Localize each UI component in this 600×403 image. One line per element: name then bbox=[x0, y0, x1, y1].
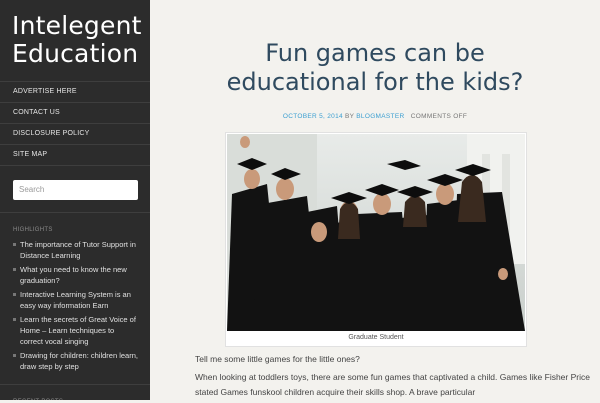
site-title[interactable]: Intelegent Education bbox=[0, 0, 150, 68]
recent-posts-title: RECENT POSTS bbox=[0, 385, 150, 401]
post-body: Tell me some little games for the little… bbox=[195, 352, 590, 403]
highlight-item[interactable]: The importance of Tutor Support in Dista… bbox=[13, 239, 138, 261]
highlight-item[interactable]: Interactive Learning System is an easy w… bbox=[13, 289, 138, 311]
nav-item-sitemap[interactable]: SITE MAP bbox=[0, 145, 150, 166]
post-author[interactable]: BLOGMASTER bbox=[356, 113, 404, 120]
highlight-item[interactable]: Learn the secrets of Great Voice of Home… bbox=[13, 314, 138, 347]
nav-item-contact[interactable]: CONTACT US bbox=[0, 103, 150, 124]
post-by: BY bbox=[345, 113, 355, 120]
graduates-photo[interactable] bbox=[227, 134, 525, 331]
search-widget bbox=[0, 166, 150, 213]
post-title[interactable]: Fun games can be educational for the kid… bbox=[150, 0, 600, 97]
post-comments: COMMENTS OFF bbox=[410, 113, 468, 120]
figure-caption: Graduate Student bbox=[348, 334, 404, 341]
site-title-line-2[interactable]: Education bbox=[12, 40, 150, 68]
main-nav: ADVERTISE HERE CONTACT US DISCLOSURE POL… bbox=[0, 81, 150, 166]
search-input[interactable] bbox=[13, 179, 138, 200]
nav-item-disclosure[interactable]: DISCLOSURE POLICY bbox=[0, 124, 150, 145]
post-figure: Graduate Student bbox=[225, 132, 527, 347]
highlights-title: HIGHLIGHTS bbox=[13, 226, 53, 233]
site-title-line-1[interactable]: Intelegent bbox=[12, 12, 150, 40]
main-content: Fun games can be educational for the kid… bbox=[150, 0, 600, 400]
sidebar: Intelegent Education ADVERTISE HERE CONT… bbox=[0, 0, 150, 400]
post-title-line-2[interactable]: educational for the kids? bbox=[150, 68, 600, 97]
post-date[interactable]: OCTOBER 5, 2014 bbox=[283, 113, 343, 120]
highlight-item[interactable]: Drawing for children: children learn, dr… bbox=[13, 350, 138, 372]
highlights-list: The importance of Tutor Support in Dista… bbox=[0, 239, 150, 372]
nav-item-advertise[interactable]: ADVERTISE HERE bbox=[0, 82, 150, 103]
post-meta: OCTOBER 5, 2014 BY BLOGMASTER COMMENTS O… bbox=[150, 113, 600, 120]
post-paragraph: Tell me some little games for the little… bbox=[195, 354, 360, 364]
highlight-item[interactable]: What you need to know the new graduation… bbox=[13, 264, 138, 286]
post-title-line-1[interactable]: Fun games can be bbox=[150, 39, 600, 68]
post-paragraph: When looking at toddlers toys, there are… bbox=[195, 372, 590, 397]
